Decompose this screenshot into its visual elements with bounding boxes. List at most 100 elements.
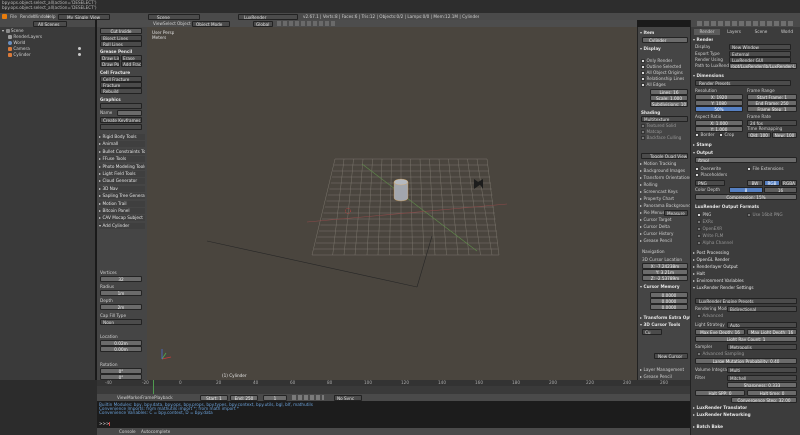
- outliner-view-selector[interactable]: All Scenes: [33, 20, 67, 27]
- tool-panel-5[interactable]: Light Field Tools: [99, 171, 145, 177]
- write-flm-check[interactable]: Write FLM: [697, 233, 723, 239]
- object-name-field[interactable]: Cylinder: [642, 37, 688, 43]
- tab-world[interactable]: World: [775, 29, 799, 35]
- timeline-menu-marker[interactable]: Marker: [127, 395, 141, 401]
- sync-selector[interactable]: No Sync: [334, 394, 362, 401]
- start-frame-timeline[interactable]: Start: 1: [200, 394, 228, 401]
- properties-section-4[interactable]: Environment Variables: [693, 278, 744, 284]
- current-frame-field[interactable]: 1: [263, 394, 287, 401]
- camera-visibility-icon[interactable]: [78, 47, 81, 50]
- npanel-subpanel-5[interactable]: Property Chart: [640, 196, 674, 202]
- tool-panel-11[interactable]: CAV Mocap Subject: [99, 215, 145, 222]
- new-cursor-button[interactable]: New Cursor: [654, 353, 688, 359]
- pivot-selector[interactable]: Global: [253, 20, 273, 27]
- rgba-toggle[interactable]: RGBA: [781, 180, 797, 186]
- exrs-output-check[interactable]: EXRs: [697, 219, 713, 225]
- tool-panel-0[interactable]: Rigid Body Tools: [99, 134, 145, 140]
- add-fractured-button[interactable]: Add Fractured: [121, 61, 142, 67]
- depth-16-toggle[interactable]: 16: [764, 187, 797, 193]
- max-eye-depth-field[interactable]: Max Eye Depth: 16: [695, 329, 745, 335]
- viewport-scene[interactable]: [147, 27, 637, 380]
- tool-panel-9[interactable]: Motion Trail: [99, 200, 145, 207]
- bw-toggle[interactable]: BW: [747, 180, 763, 186]
- npanel-subpanel-8[interactable]: Cursor Target: [640, 217, 672, 223]
- end-frame-timeline[interactable]: End: 250: [230, 394, 258, 401]
- placeholders-check[interactable]: Placeholders: [695, 172, 727, 178]
- tool-panel-10[interactable]: Bitcoin Panel: [99, 208, 145, 214]
- alpha-channel-check[interactable]: Alpha Channel: [697, 240, 733, 246]
- playback-controls[interactable]: [292, 395, 324, 400]
- npanel-subpanel-0[interactable]: Motion Tracking: [640, 161, 676, 167]
- npanel-subpanel-1[interactable]: Background Images: [640, 168, 685, 174]
- old-field[interactable]: Old: 100: [747, 132, 771, 138]
- properties-context-icons[interactable]: [697, 21, 793, 26]
- properties-section-1[interactable]: OpenGL Render: [693, 257, 730, 263]
- cut-inside-button[interactable]: Cut Inside: [100, 28, 142, 34]
- advanced-sampling-check[interactable]: Advanced Sampling: [697, 351, 744, 357]
- cap-fill-selector[interactable]: Ngon: [100, 319, 142, 325]
- timeline[interactable]: -40 -20 0 20 40 60 80 100 120 140 160 180 200 220 240 2…: [97, 380, 690, 394]
- cursor-z-field[interactable]: Z: -2.53789m: [642, 275, 688, 281]
- tool-panel-1[interactable]: Animall: [99, 141, 145, 148]
- graphics-selector[interactable]: [100, 103, 142, 109]
- crop-check[interactable]: Crop: [719, 132, 734, 138]
- render-engine-selector[interactable]: LuxRender: [238, 13, 298, 20]
- properties-section-2[interactable]: Renderlayer Output: [693, 264, 738, 270]
- scene-selector[interactable]: Scene: [148, 13, 200, 20]
- depth-8-toggle[interactable]: 8: [729, 187, 763, 193]
- rendering-mode-selector[interactable]: Bidirectional: [727, 306, 797, 312]
- halt-spp-field[interactable]: Halt SPP: 0: [695, 390, 745, 396]
- tool-panel-3[interactable]: FFuse Tools: [99, 156, 145, 163]
- properties-section-3[interactable]: Halt: [693, 271, 705, 277]
- timeline-menu-view[interactable]: View: [117, 395, 127, 401]
- mode-selector[interactable]: Object Mode: [192, 20, 230, 27]
- npanel-subpanel-6[interactable]: Panorama Background: [640, 203, 691, 209]
- tab-scene[interactable]: Scene: [748, 29, 774, 35]
- tool-panel-6[interactable]: Cloud Generator: [99, 178, 145, 185]
- light-ray-count-field[interactable]: Light Ray Count: 1: [695, 336, 797, 342]
- volume-integrator-selector[interactable]: Multi: [727, 367, 797, 373]
- png16-output-check[interactable]: Use 16bit PNG: [747, 212, 783, 218]
- engine-presets-selector[interactable]: LuxRender Engine Presets: [695, 298, 797, 304]
- timeline-playhead[interactable]: [153, 380, 154, 394]
- border-check[interactable]: Border: [695, 132, 715, 138]
- shading-selector[interactable]: Multitexture: [641, 116, 688, 122]
- create-keyframes-button[interactable]: Create Keyframes: [100, 117, 142, 123]
- convergence-step-field[interactable]: Convergence Step: 32.00: [731, 397, 797, 403]
- tab-render[interactable]: Render: [694, 29, 720, 35]
- npanel-subpanel-12[interactable]: Layer Management: [640, 367, 684, 373]
- timeline-menu-playback[interactable]: Playback: [154, 395, 173, 401]
- tab-layers[interactable]: Layers: [721, 29, 747, 35]
- roll-lines-button[interactable]: Roll Lines: [100, 41, 142, 47]
- display-selector[interactable]: New Window: [729, 44, 791, 50]
- sampler-selector[interactable]: Metropolis: [727, 344, 797, 350]
- radius-field[interactable]: 1m: [100, 290, 142, 296]
- python-console[interactable]: Builtin Modules: bpy, bpy.data, bpy.ops,…: [97, 401, 690, 428]
- properties-section-0[interactable]: Post Processing: [693, 250, 729, 256]
- tool-panel-12[interactable]: Add Cylinder: [99, 222, 145, 229]
- frame-step-field[interactable]: Frame Step: 1: [747, 106, 797, 112]
- npanel-subpanel-3[interactable]: Rolling: [640, 182, 658, 188]
- compression-slider[interactable]: Compression: 15%: [695, 194, 797, 200]
- file-ext-check[interactable]: File Extensions: [747, 166, 784, 172]
- layout-selector[interactable]: My_Single_View: [58, 13, 110, 20]
- viewport-menu-view[interactable]: View: [153, 21, 163, 27]
- location-y-field[interactable]: 0.00m: [100, 346, 142, 352]
- openexr-output-check[interactable]: OpenEXR: [697, 226, 722, 232]
- keyframe-slot-button[interactable]: [100, 124, 142, 130]
- res-percent-field[interactable]: 50%: [695, 106, 743, 112]
- new-field[interactable]: New: 100: [772, 132, 797, 138]
- npanel-subpanel-4[interactable]: Screencast Keys: [640, 189, 678, 195]
- measure-button[interactable]: Measure: [664, 210, 688, 216]
- rgb-toggle[interactable]: RGB: [764, 180, 780, 186]
- name-field[interactable]: [117, 110, 142, 116]
- tool-panel-4[interactable]: Photo Modeling Tools: [99, 163, 145, 170]
- depth-field[interactable]: 2m: [100, 304, 142, 310]
- viewport-menu-object[interactable]: Object: [177, 21, 191, 27]
- max-light-depth-field[interactable]: Max Light Depth: 16: [747, 329, 797, 335]
- draw-poly-button[interactable]: Draw Poly: [100, 61, 120, 67]
- halt-time-field[interactable]: Halt time: 0: [747, 390, 797, 396]
- rebuild-button[interactable]: Rebuild: [100, 88, 142, 94]
- console-tab-console[interactable]: Console: [119, 429, 136, 435]
- npanel-subpanel-2[interactable]: Transform Orientations: [640, 175, 691, 181]
